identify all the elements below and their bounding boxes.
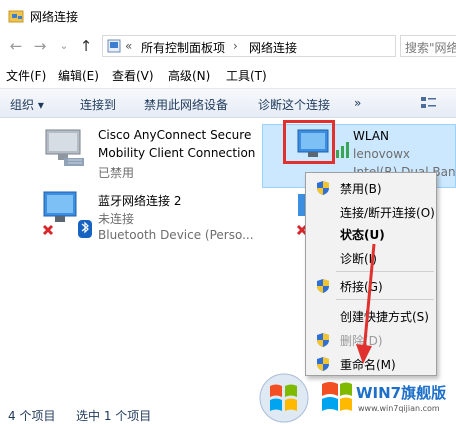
breadcrumb-network[interactable]: 网络连接 xyxy=(249,39,297,56)
connection-name: Cisco AnyConnect Secure xyxy=(98,128,252,142)
command-bar: 组织 ▾ 连接到 禁用此网络设备 诊断这个连接 » xyxy=(0,88,456,118)
network-folder-icon xyxy=(8,10,24,23)
watermark-url: www.win7qijian.com xyxy=(358,404,440,413)
forward-arrow-icon[interactable]: → xyxy=(30,36,50,56)
shield-icon xyxy=(317,333,329,347)
connection-ssid: lenovowx xyxy=(353,147,411,161)
breadcrumb-control-panel[interactable]: 所有控制面板项 xyxy=(141,39,225,56)
diagnose-button[interactable]: 诊断这个连接 xyxy=(258,96,330,113)
menu-item-label: 连接/断开连接(O) xyxy=(340,206,435,220)
title-bar: 网络连接 xyxy=(0,0,456,32)
chevron-down-icon[interactable]: ⌄ xyxy=(54,36,74,56)
breadcrumb-overflow[interactable]: « xyxy=(125,39,132,53)
up-arrow-icon[interactable]: ↑ xyxy=(76,36,96,56)
connection-device: Bluetooth Device (Perso... xyxy=(98,228,254,242)
connection-status: 已禁用 xyxy=(98,166,135,180)
address-bar[interactable]: « 所有控制面板项 › 网络连接 xyxy=(102,35,396,57)
control-panel-icon xyxy=(107,39,121,53)
menu-bar: 文件(F) 编辑(E) 查看(V) 高级(N) 工具(T) xyxy=(0,62,456,86)
shield-icon xyxy=(317,279,329,293)
connect-to-button[interactable]: 连接到 xyxy=(80,96,116,113)
connection-name: WLAN xyxy=(353,129,390,143)
menu-separator xyxy=(336,299,434,300)
connection-status: 未连接 xyxy=(98,212,135,226)
menu-item-disable[interactable]: 禁用(B) xyxy=(306,177,436,199)
menu-view[interactable]: 查看(V) xyxy=(112,67,154,84)
annotation-arrow xyxy=(356,243,376,364)
windows-logo-icon xyxy=(259,373,352,423)
menu-file[interactable]: 文件(F) xyxy=(6,67,46,84)
connection-name: 蓝牙网络连接 2 xyxy=(98,194,182,208)
watermark-text: WIN7旗舰版 xyxy=(356,384,447,402)
shield-icon xyxy=(317,181,329,195)
back-arrow-icon[interactable]: ← xyxy=(6,36,26,56)
selected-count: 选中 1 个项目 xyxy=(76,409,152,423)
organize-button[interactable]: 组织 ▾ xyxy=(10,96,44,113)
highlight-box xyxy=(283,120,335,164)
window-title: 网络连接 xyxy=(30,10,79,24)
search-input[interactable]: 搜索"网络 xyxy=(400,35,456,57)
more-commands-button[interactable]: » xyxy=(354,96,361,110)
menu-tools[interactable]: 工具(T) xyxy=(226,67,267,84)
network-adapter-icon xyxy=(45,129,84,166)
view-options-icon[interactable] xyxy=(420,96,440,110)
menu-item-connect-disconnect[interactable]: 连接/断开连接(O) xyxy=(306,201,436,223)
search-placeholder: 搜索"网络 xyxy=(405,41,456,55)
menu-item-label: 禁用(B) xyxy=(340,182,382,196)
disable-device-button[interactable]: 禁用此网络设备 xyxy=(144,96,228,113)
connection-name-line2: Mobility Client Connection xyxy=(98,146,256,160)
address-row: ← → ⌄ ↑ « 所有控制面板项 › 网络连接 搜索"网络 xyxy=(0,32,456,60)
menu-edit[interactable]: 编辑(E) xyxy=(58,67,99,84)
menu-advanced[interactable]: 高级(N) xyxy=(168,67,210,84)
breadcrumb-separator[interactable]: › xyxy=(233,39,238,53)
bluetooth-adapter-icon xyxy=(42,191,92,238)
item-count: 4 个项目 xyxy=(8,409,56,423)
menu-separator xyxy=(336,271,434,272)
watermark: WIN7旗舰版 www.win7qijian.com xyxy=(258,370,456,424)
